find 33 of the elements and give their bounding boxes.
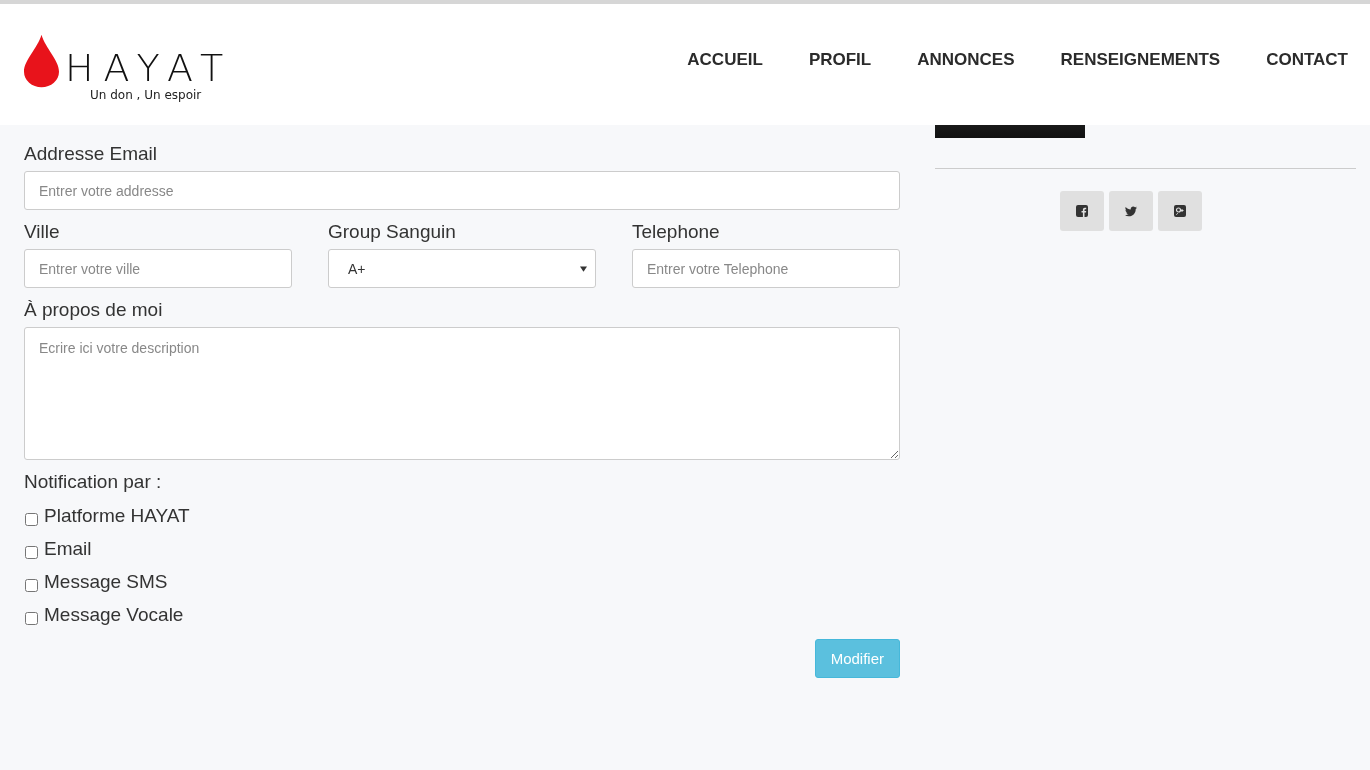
- checkbox[interactable]: [25, 513, 38, 526]
- nav-link[interactable]: PROFIL: [808, 49, 872, 70]
- email-field[interactable]: Entrer votre addresse: [24, 171, 900, 210]
- checkbox[interactable]: [25, 612, 38, 625]
- blood-drop-icon: [24, 33, 59, 88]
- checkbox-label: Email: [44, 537, 92, 560]
- blood-group-select[interactable]: A+: [328, 249, 596, 288]
- nav-link[interactable]: ANNONCES: [917, 49, 1015, 70]
- facebook-button[interactable]: [1059, 191, 1104, 231]
- field-label: Ville: [24, 221, 61, 243]
- facebook-icon: [1074, 204, 1089, 218]
- checkbox-label: Platforme HAYAT: [44, 504, 190, 527]
- field-label: À propos de moi: [24, 299, 164, 321]
- notification-label: Notification par :: [24, 471, 163, 493]
- checkbox[interactable]: [25, 579, 38, 592]
- nav-link[interactable]: CONTACT: [1266, 49, 1348, 70]
- checkbox-label: Message SMS: [44, 570, 168, 593]
- logo-text[interactable]: HAYAT: [65, 47, 234, 88]
- text-field[interactable]: Entrer votre ville: [24, 249, 292, 288]
- checkbox[interactable]: [25, 546, 38, 559]
- nav-link[interactable]: RENSEIGNEMENTS: [1060, 49, 1221, 70]
- field-label: Addresse Email: [24, 143, 159, 165]
- nav-link[interactable]: ACCUEIL: [687, 49, 763, 70]
- field-label: Telephone: [632, 221, 721, 243]
- caret-icon: [580, 265, 587, 272]
- description-field[interactable]: Ecrire ici votre description: [24, 327, 900, 460]
- field-label: Group Sanguin: [328, 221, 457, 243]
- logo-tagline: Un don , Un espoir: [90, 87, 202, 102]
- twitter-icon: [1123, 204, 1138, 218]
- text-field[interactable]: Entrer votre Telephone: [632, 249, 900, 288]
- twitter-button[interactable]: [1108, 191, 1153, 231]
- checkbox-label: Message Vocale: [44, 603, 184, 626]
- googleplus-button[interactable]: [1157, 191, 1202, 231]
